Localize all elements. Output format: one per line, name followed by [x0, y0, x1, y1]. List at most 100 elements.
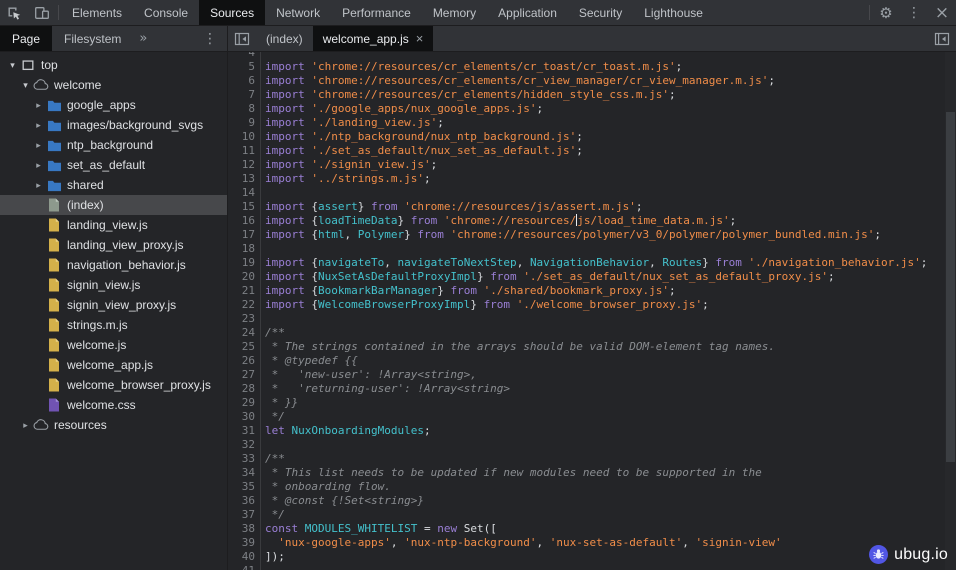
tab-lighthouse[interactable]: Lighthouse [633, 0, 714, 25]
code-line-25[interactable]: 25 * The strings contained in the arrays… [229, 340, 956, 354]
tree-item-resources[interactable]: ▸resources [0, 415, 227, 435]
line-content[interactable]: import {NuxSetAsDefaultProxyImpl} from '… [261, 270, 835, 284]
code-line-37[interactable]: 37 */ [229, 508, 956, 522]
editor-scrollbar[interactable] [945, 52, 956, 570]
navigator-tab-page[interactable]: Page [0, 26, 52, 51]
tree-item-ntp-background[interactable]: ▸ntp_background [0, 135, 227, 155]
inspect-element-icon[interactable] [0, 0, 28, 25]
line-number[interactable]: 34 [229, 466, 261, 480]
line-content[interactable]: * 'returning-user': !Array<string> [261, 382, 510, 396]
code-line-9[interactable]: 9import './landing_view.js'; [229, 116, 956, 130]
tree-item-landing-view-js[interactable]: landing_view.js [0, 215, 227, 235]
line-content[interactable]: import './ntp_background/nux_ntp_backgro… [261, 130, 583, 144]
line-number[interactable]: 35 [229, 480, 261, 494]
line-number[interactable]: 32 [229, 438, 261, 452]
code-line-18[interactable]: 18 [229, 242, 956, 256]
line-number[interactable]: 37 [229, 508, 261, 522]
code-line-20[interactable]: 20import {NuxSetAsDefaultProxyImpl} from… [229, 270, 956, 284]
line-number[interactable]: 7 [229, 88, 261, 102]
tree-item-images-background-svgs[interactable]: ▸images/background_svgs [0, 115, 227, 135]
line-number[interactable]: 5 [229, 60, 261, 74]
tree-item-strings-m-js[interactable]: strings.m.js [0, 315, 227, 335]
code-line-12[interactable]: 12import './signin_view.js'; [229, 158, 956, 172]
chevron-right-icon[interactable]: ▸ [32, 160, 45, 171]
code-line-21[interactable]: 21import {BookmarkBarManager} from './sh… [229, 284, 956, 298]
code-line-19[interactable]: 19import {navigateTo, navigateToNextStep… [229, 256, 956, 270]
tree-item-navigation-behavior-js[interactable]: navigation_behavior.js [0, 255, 227, 275]
line-content[interactable] [261, 186, 265, 200]
line-content[interactable]: import '../strings.m.js'; [261, 172, 431, 186]
code-line-6[interactable]: 6import 'chrome://resources/cr_elements/… [229, 74, 956, 88]
code-line-5[interactable]: 5import 'chrome://resources/cr_elements/… [229, 60, 956, 74]
line-number[interactable]: 22 [229, 298, 261, 312]
line-number[interactable]: 28 [229, 382, 261, 396]
line-number[interactable]: 23 [229, 312, 261, 326]
tab-performance[interactable]: Performance [331, 0, 422, 25]
line-number[interactable]: 39 [229, 536, 261, 550]
line-content[interactable]: import './set_as_default/nux_set_as_defa… [261, 144, 583, 158]
code-line-8[interactable]: 8import './google_apps/nux_google_apps.j… [229, 102, 956, 116]
chevron-right-icon[interactable]: ▸ [19, 420, 32, 431]
tab-memory[interactable]: Memory [422, 0, 487, 25]
line-content[interactable] [261, 564, 265, 570]
tree-item-welcome-js[interactable]: welcome.js [0, 335, 227, 355]
line-number[interactable]: 31 [229, 424, 261, 438]
line-content[interactable]: import './signin_view.js'; [261, 158, 437, 172]
line-content[interactable]: import 'chrome://resources/cr_elements/h… [261, 88, 676, 102]
line-content[interactable]: /** [261, 326, 285, 340]
line-number[interactable]: 18 [229, 242, 261, 256]
line-number[interactable]: 29 [229, 396, 261, 410]
tree-item-welcome-browser-proxy-js[interactable]: welcome_browser_proxy.js [0, 375, 227, 395]
editor-tab-index[interactable]: (index) [256, 26, 313, 51]
code-line-29[interactable]: 29 * }} [229, 396, 956, 410]
navigator-menu-icon[interactable]: ⋮ [193, 26, 227, 51]
line-number[interactable]: 12 [229, 158, 261, 172]
line-number[interactable]: 8 [229, 102, 261, 116]
line-number[interactable]: 11 [229, 144, 261, 158]
code-line-33[interactable]: 33/** [229, 452, 956, 466]
line-number[interactable]: 20 [229, 270, 261, 284]
scrollbar-thumb[interactable] [946, 112, 955, 462]
line-content[interactable]: ]); [261, 550, 285, 564]
tree-item-set-as-default[interactable]: ▸set_as_default [0, 155, 227, 175]
line-content[interactable]: */ [261, 410, 285, 424]
code-line-32[interactable]: 32 [229, 438, 956, 452]
code-line-38[interactable]: 38const MODULES_WHITELIST = new Set([ [229, 522, 956, 536]
line-content[interactable]: import './google_apps/nux_google_apps.js… [261, 102, 543, 116]
line-number[interactable]: 38 [229, 522, 261, 536]
code-line-13[interactable]: 13import '../strings.m.js'; [229, 172, 956, 186]
line-number[interactable]: 13 [229, 172, 261, 186]
line-number[interactable]: 19 [229, 256, 261, 270]
more-options-icon[interactable]: ⋮ [900, 0, 928, 25]
tree-item-signin-view-proxy-js[interactable]: signin_view_proxy.js [0, 295, 227, 315]
line-content[interactable]: import {loadTimeData} from 'chrome://res… [261, 214, 736, 228]
line-number[interactable]: 10 [229, 130, 261, 144]
code-line-31[interactable]: 31let NuxOnboardingModules; [229, 424, 956, 438]
tab-security[interactable]: Security [568, 0, 633, 25]
line-content[interactable]: * }} [261, 396, 298, 410]
code-line-24[interactable]: 24/** [229, 326, 956, 340]
editor-tab-welcome-app-js[interactable]: welcome_app.js× [313, 26, 434, 51]
line-number[interactable]: 27 [229, 368, 261, 382]
code-line-15[interactable]: 15import {assert} from 'chrome://resourc… [229, 200, 956, 214]
chevron-down-icon[interactable]: ▾ [19, 80, 32, 91]
line-number[interactable]: 24 [229, 326, 261, 340]
line-number[interactable]: 4 [229, 52, 261, 60]
line-content[interactable]: */ [261, 508, 285, 522]
code-line-28[interactable]: 28 * 'returning-user': !Array<string> [229, 382, 956, 396]
tab-elements[interactable]: Elements [61, 0, 133, 25]
line-content[interactable]: import 'chrome://resources/cr_elements/c… [261, 74, 775, 88]
line-content[interactable]: import {WelcomeBrowserProxyImpl} from '.… [261, 298, 709, 312]
tree-item-shared[interactable]: ▸shared [0, 175, 227, 195]
line-content[interactable]: * onboarding flow. [261, 480, 391, 494]
line-number[interactable]: 6 [229, 74, 261, 88]
gear-icon[interactable]: ⚙ [872, 0, 900, 25]
more-tabs-icon[interactable]: » [133, 26, 153, 51]
code-line-26[interactable]: 26 * @typedef {{ [229, 354, 956, 368]
line-number[interactable]: 41 [229, 564, 261, 570]
tree-item-welcome-css[interactable]: welcome.css [0, 395, 227, 415]
code-line-11[interactable]: 11import './set_as_default/nux_set_as_de… [229, 144, 956, 158]
tree-item-index[interactable]: (index) [0, 195, 227, 215]
line-number[interactable]: 14 [229, 186, 261, 200]
line-content[interactable] [261, 438, 265, 452]
